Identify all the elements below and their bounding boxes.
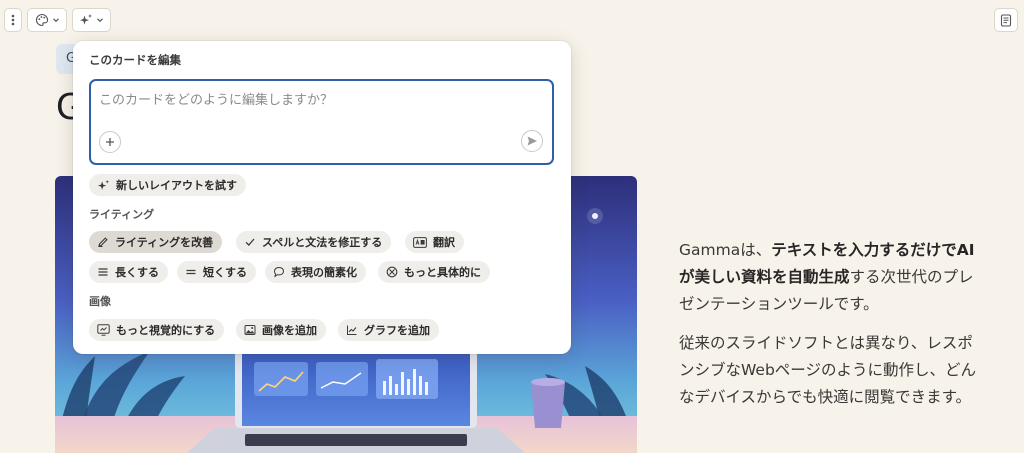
translate-icon — [413, 236, 427, 248]
make-longer-button[interactable]: 長くする — [89, 261, 168, 283]
card-body-text[interactable]: Gammaは、テキストを入力するだけでAIが美しい資料を自動生成する次世代のプレ… — [679, 237, 979, 423]
make-more-visual-button[interactable]: もっと視覚的にする — [89, 319, 225, 341]
image-section-label: 画像 — [89, 295, 111, 308]
ai-edit-button[interactable] — [72, 8, 111, 32]
equals-icon — [186, 269, 196, 275]
send-icon — [527, 136, 537, 146]
try-new-layout-button[interactable]: 新しいレイアウトを試す — [89, 174, 246, 196]
more-vertical-icon — [11, 14, 15, 26]
edit-card-popover: このカードを編集 新しいレイアウトを試す ライティング ライティングを改善 — [73, 41, 571, 354]
prompt-box — [89, 79, 554, 165]
line-chart-icon — [347, 325, 357, 335]
body-paragraph-2: 従来のスライドソフトとは異なり、レスポンシブなWebページのように動作し、どんな… — [679, 334, 976, 406]
improve-writing-button[interactable]: ライティングを改善 — [89, 231, 223, 253]
plus-icon — [106, 138, 114, 146]
body-paragraph-1: Gammaは、テキストを入力するだけでAIが美しい資料を自動生成する次世代のプレ… — [679, 241, 975, 313]
simplify-language-button[interactable]: 表現の簡素化 — [265, 261, 366, 283]
target-icon — [386, 266, 398, 278]
pen-icon — [98, 237, 108, 247]
chevron-down-icon — [52, 18, 59, 23]
translate-button[interactable]: 翻訳 — [405, 231, 464, 253]
edit-prompt-input[interactable] — [99, 89, 539, 111]
add-image-button[interactable]: 画像を追加 — [236, 319, 326, 341]
popover-heading: このカードを編集 — [89, 53, 181, 67]
lines-icon — [98, 268, 108, 276]
check-icon — [245, 238, 255, 246]
theme-button[interactable] — [27, 8, 67, 32]
presentation-icon — [97, 324, 110, 336]
add-chart-button[interactable]: グラフを追加 — [338, 319, 439, 341]
send-button[interactable] — [521, 130, 543, 152]
card-menu-button[interactable] — [4, 8, 22, 32]
writing-section-label: ライティング — [89, 208, 155, 221]
sparkle-icon — [97, 179, 110, 190]
chevron-down-icon — [97, 18, 103, 23]
palette-icon — [35, 13, 48, 27]
sparkle-icon — [80, 14, 92, 25]
image-icon — [244, 325, 256, 335]
attach-button[interactable] — [99, 131, 121, 153]
notes-icon — [1000, 13, 1012, 27]
speech-bubble-icon — [273, 266, 285, 278]
make-shorter-button[interactable]: 短くする — [177, 261, 256, 283]
fix-spelling-grammar-button[interactable]: スペルと文法を修正する — [236, 231, 392, 253]
notes-button[interactable] — [994, 8, 1018, 32]
more-specific-button[interactable]: もっと具体的に — [378, 261, 490, 283]
